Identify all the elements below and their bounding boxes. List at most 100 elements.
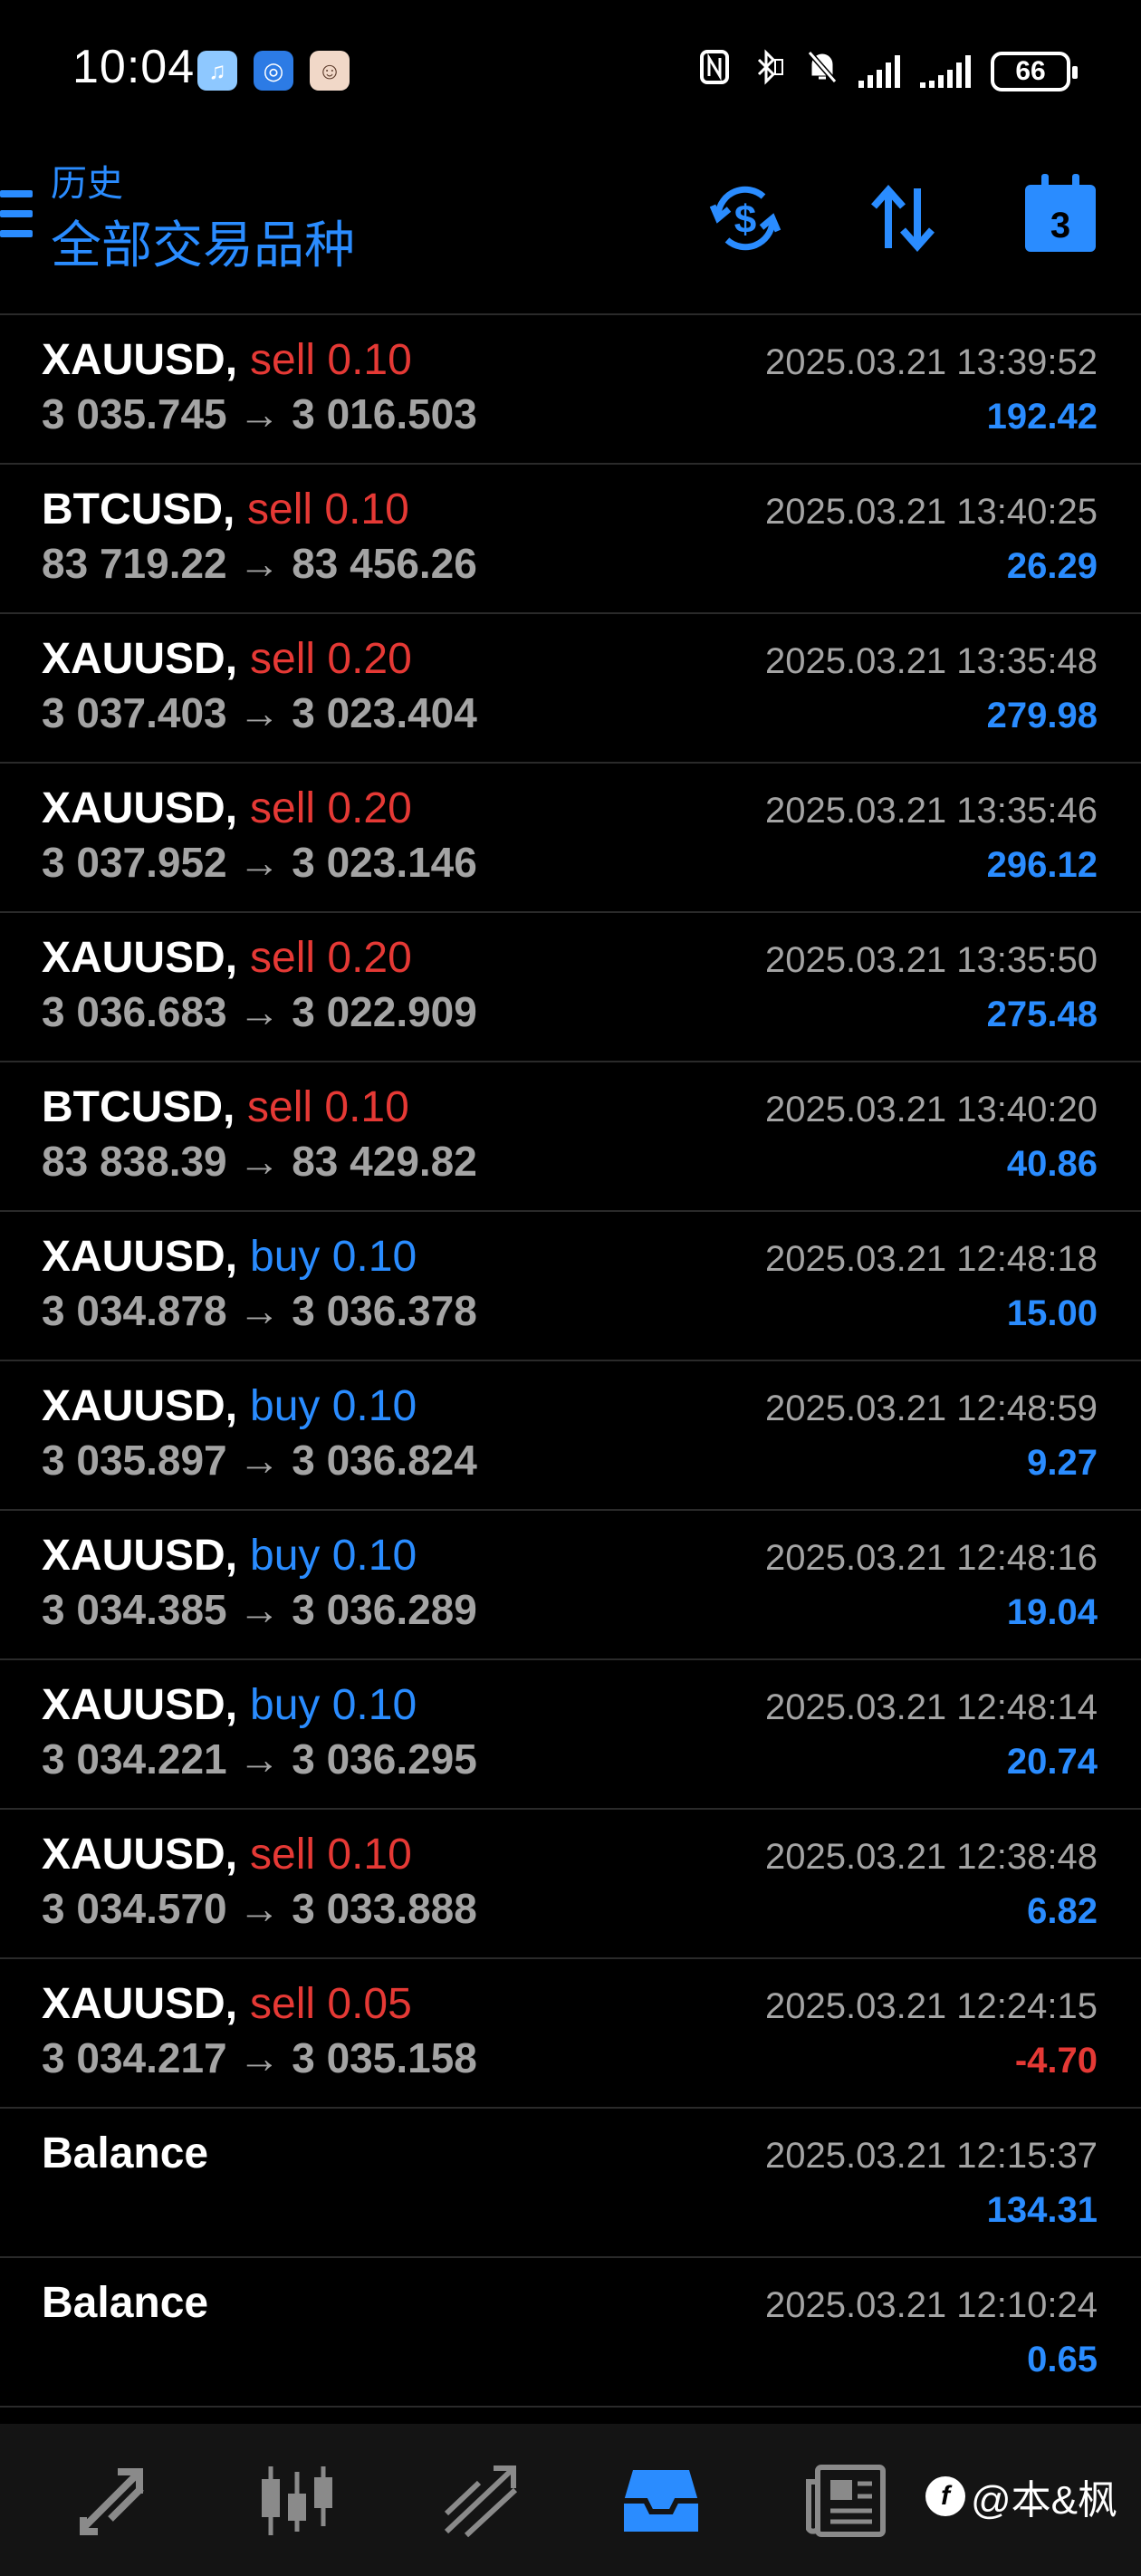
- nav-news[interactable]: [801, 2460, 891, 2542]
- trade-time: 2025.03.21 12:24:15: [764, 1986, 1098, 2026]
- trade-profit: 20.74: [1006, 1742, 1098, 1782]
- signal-2-icon: [920, 54, 971, 88]
- trade-profit: -4.70: [1014, 2041, 1098, 2081]
- nav-quotes[interactable]: [69, 2460, 159, 2542]
- menu-icon[interactable]: [0, 190, 33, 237]
- trade-side: sell: [250, 1831, 316, 1879]
- trade-side-volume: sell 0.10: [247, 485, 409, 534]
- trade-profit: 6.82: [1027, 1891, 1098, 1931]
- nav-history[interactable]: [616, 2460, 706, 2542]
- trade-symbol: XAUUSD,: [42, 1980, 238, 2028]
- news-icon: [806, 2465, 886, 2537]
- watermark-text: @本&枫: [970, 2478, 1117, 2523]
- trade-side-volume: sell 0.05: [250, 1979, 412, 2029]
- trade-time: 2025.03.21 12:10:24: [764, 2285, 1098, 2325]
- trade-profit: 296.12: [986, 845, 1098, 885]
- trade-time: 2025.03.21 12:15:37: [764, 2136, 1098, 2176]
- app-header: 历史 全部交易品种 $ 3: [0, 136, 1141, 315]
- trade-prices: 3 034.385 → 3 036.289: [42, 1586, 477, 1633]
- trade-row[interactable]: XAUUSD, sell 0.20 3 037.403 → 3 023.404 202…: [0, 614, 1141, 764]
- trade-row[interactable]: XAUUSD, sell 0.10 3 035.745 → 3 016.503 202…: [0, 315, 1141, 465]
- status-notification-icons: ♫ ◎ ☺: [197, 51, 350, 91]
- status-bar: 10:04 ♫ ◎ ☺ 66: [0, 0, 1141, 136]
- trade-volume: 0.05: [327, 1980, 412, 2028]
- trade-prices: 3 035.745 → 3 016.503: [42, 390, 477, 437]
- battery-icon: 66: [991, 51, 1078, 91]
- browser-app-icon: ◎: [254, 51, 293, 91]
- trade-row[interactable]: XAUUSD, sell 0.05 3 034.217 → 3 035.158 202…: [0, 1959, 1141, 2109]
- nav-trade[interactable]: [435, 2460, 525, 2542]
- calendar-button[interactable]: 3: [1020, 174, 1101, 259]
- trade-volume: 0.10: [324, 1083, 409, 1131]
- trade-row[interactable]: BTCUSD, sell 0.10 83 719.22 → 83 456.26 202…: [0, 465, 1141, 614]
- trade-prices: 3 035.897 → 3 036.824: [42, 1437, 477, 1484]
- trade-profit: 134.31: [986, 2190, 1098, 2230]
- trade-side: buy: [250, 1681, 321, 1729]
- chart-icon: [262, 2466, 332, 2535]
- trade-side: sell: [247, 1083, 313, 1131]
- trade-symbol: XAUUSD,: [42, 1382, 238, 1430]
- trade-prices: 3 034.570 → 3 033.888: [42, 1885, 477, 1932]
- avatar-app-icon: ☺: [310, 51, 350, 91]
- trade-row[interactable]: XAUUSD, buy 0.10 3 034.385 → 3 036.289 2025…: [0, 1511, 1141, 1660]
- trade-symbol: XAUUSD,: [42, 1831, 238, 1879]
- signal-icon: [858, 54, 900, 88]
- trade-time: 2025.03.21 12:38:48: [764, 1837, 1098, 1877]
- trade-symbol: XAUUSD,: [42, 1233, 238, 1281]
- trade-row[interactable]: XAUUSD, buy 0.10 3 034.878 → 3 036.378 2025…: [0, 1212, 1141, 1361]
- trade-profit: 275.48: [986, 995, 1098, 1034]
- trade-time: 2025.03.21 12:48:18: [764, 1239, 1098, 1279]
- trade-prices: 83 719.22 → 83 456.26: [42, 540, 477, 587]
- trade-prices: 83 838.39 → 83 429.82: [42, 1138, 477, 1185]
- trade-profit: 19.04: [1006, 1592, 1098, 1632]
- sort-button[interactable]: [862, 178, 944, 259]
- trade-side: sell: [250, 1980, 316, 2028]
- trade-side: sell: [250, 934, 316, 982]
- currency-exchange-button[interactable]: $: [705, 178, 786, 259]
- trade-side: sell: [250, 336, 316, 384]
- trade-profit: 40.86: [1006, 1144, 1098, 1184]
- status-time: 10:04: [72, 41, 196, 93]
- trade-volume: 0.20: [327, 635, 412, 683]
- trade-row[interactable]: XAUUSD, buy 0.10 3 035.897 → 3 036.824 2025…: [0, 1361, 1141, 1511]
- trade-prices: 3 034.878 → 3 036.378: [42, 1287, 477, 1334]
- trade-volume: 0.10: [331, 1233, 417, 1281]
- trade-side-volume: sell 0.20: [250, 933, 412, 983]
- trade-time: 2025.03.21 13:35:50: [764, 940, 1098, 980]
- trade-profit: 9.27: [1027, 1443, 1098, 1483]
- trade-side-volume: buy 0.10: [250, 1381, 417, 1431]
- trade-volume: 0.10: [327, 336, 412, 384]
- trade-symbol: BTCUSD,: [42, 485, 235, 533]
- nav-chart[interactable]: [252, 2460, 342, 2542]
- trade-time: 2025.03.21 12:48:16: [764, 1538, 1098, 1578]
- trade-time: 2025.03.21 12:48:59: [764, 1389, 1098, 1428]
- status-system-icons: 66: [699, 49, 1078, 93]
- trade-symbol: Balance: [42, 2129, 209, 2177]
- trade-time: 2025.03.21 12:48:14: [764, 1687, 1098, 1727]
- bottom-navigation: f @本&枫: [0, 2424, 1141, 2576]
- trade-side: sell: [250, 784, 316, 832]
- trade-side-volume: sell 0.20: [250, 783, 412, 833]
- currency-exchange-icon: $: [709, 186, 781, 251]
- trade-time: 2025.03.21 13:35:46: [764, 791, 1098, 831]
- trade-volume: 0.10: [331, 1382, 417, 1430]
- trade-symbol: XAUUSD,: [42, 635, 238, 683]
- trade-volume: 0.10: [327, 1831, 412, 1879]
- trade-side: buy: [250, 1532, 321, 1580]
- trade-row[interactable]: XAUUSD, sell 0.10 3 034.570 → 3 033.888 202…: [0, 1810, 1141, 1959]
- trade-row[interactable]: XAUUSD, buy 0.10 3 034.221 → 3 036.295 2025…: [0, 1660, 1141, 1810]
- symbol-filter[interactable]: 全部交易品种: [51, 205, 355, 278]
- trade-volume: 0.20: [327, 934, 412, 982]
- trade-row[interactable]: XAUUSD, sell 0.20 3 037.952 → 3 023.146 202…: [0, 764, 1141, 913]
- calendar-badge: 3: [1050, 206, 1071, 245]
- nfc-icon: [699, 49, 730, 93]
- trade-row[interactable]: Balance 2025.03.21 12:10:24 0.65: [0, 2258, 1141, 2408]
- trade-symbol: XAUUSD,: [42, 784, 238, 832]
- trade-row[interactable]: Balance 2025.03.21 12:15:37 134.31: [0, 2109, 1141, 2258]
- trade-time: 2025.03.21 13:39:52: [764, 342, 1098, 382]
- trade-row[interactable]: XAUUSD, sell 0.20 3 036.683 → 3 022.909 202…: [0, 913, 1141, 1062]
- trade-profit: 279.98: [986, 696, 1098, 735]
- trade-prices: 3 037.952 → 3 023.146: [42, 839, 477, 886]
- trade-volume: 0.10: [324, 485, 409, 533]
- trade-row[interactable]: BTCUSD, sell 0.10 83 838.39 → 83 429.82 202…: [0, 1062, 1141, 1212]
